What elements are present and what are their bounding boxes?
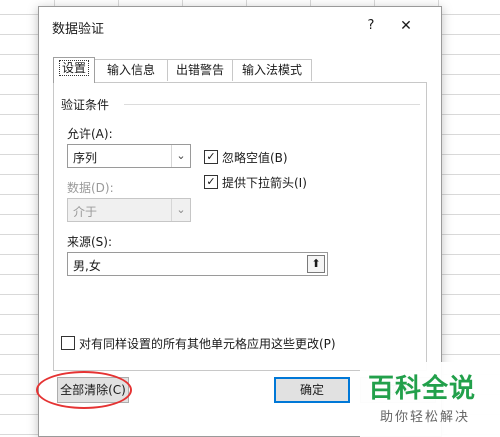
tab-input-message-label: 输入信息: [106, 63, 155, 77]
chevron-down-icon: ⌄: [171, 145, 190, 167]
allow-label: 允许(A):: [67, 127, 113, 141]
arrow-up-icon[interactable]: ⬆: [307, 255, 325, 273]
source-input[interactable]: 男,女 ⬆: [67, 252, 328, 276]
apply-all-box[interactable]: [61, 336, 75, 350]
in-cell-dropdown-label: 提供下拉箭头(I): [222, 176, 307, 190]
title-bar: 数据验证 ? ✕: [39, 7, 441, 43]
tab-settings-label: 设置: [58, 60, 90, 76]
allow-select[interactable]: 序列 ⌄: [67, 144, 191, 168]
watermark-brand: 百科全说: [368, 374, 477, 404]
chevron-down-icon: ⌄: [171, 199, 190, 221]
clear-all-button[interactable]: 全部清除(C): [57, 377, 129, 403]
watermark-tagline: 助你轻松解决: [380, 410, 471, 425]
source-input-value: 男,女: [73, 259, 101, 273]
data-label: 数据(D):: [67, 181, 114, 195]
tab-error-alert[interactable]: 出错警告: [167, 59, 233, 81]
tab-ime-mode[interactable]: 输入法模式: [232, 59, 312, 81]
ignore-blank-box[interactable]: ✓: [204, 150, 218, 164]
data-select-value: 介于: [73, 205, 98, 219]
close-button[interactable]: ✕: [394, 15, 418, 37]
watermark: 百科全说 助你轻松解决: [360, 362, 500, 437]
tab-error-alert-label: 出错警告: [175, 63, 224, 77]
in-cell-dropdown-box[interactable]: ✓: [204, 175, 218, 189]
tab-settings[interactable]: 设置: [53, 57, 95, 83]
data-select[interactable]: 介于 ⌄: [67, 198, 191, 222]
help-button[interactable]: ?: [359, 15, 383, 37]
tab-input-message[interactable]: 输入信息: [94, 59, 168, 81]
ok-button[interactable]: 确定: [274, 377, 350, 403]
section-divider: [124, 104, 420, 105]
apply-all-label: 对有同样设置的所有其他单元格应用这些更改(P): [79, 337, 336, 351]
ignore-blank-label: 忽略空值(B): [222, 151, 288, 165]
dialog-title: 数据验证: [52, 22, 105, 37]
tab-ime-mode-label: 输入法模式: [241, 63, 302, 77]
allow-select-value: 序列: [73, 151, 98, 165]
settings-panel: 验证条件 允许(A): 序列 ⌄ ✓ 忽略空值(B) ✓ 提供下拉箭头(I) 数…: [53, 82, 427, 371]
section-title: 验证条件: [61, 98, 110, 112]
source-label: 来源(S):: [67, 235, 113, 249]
